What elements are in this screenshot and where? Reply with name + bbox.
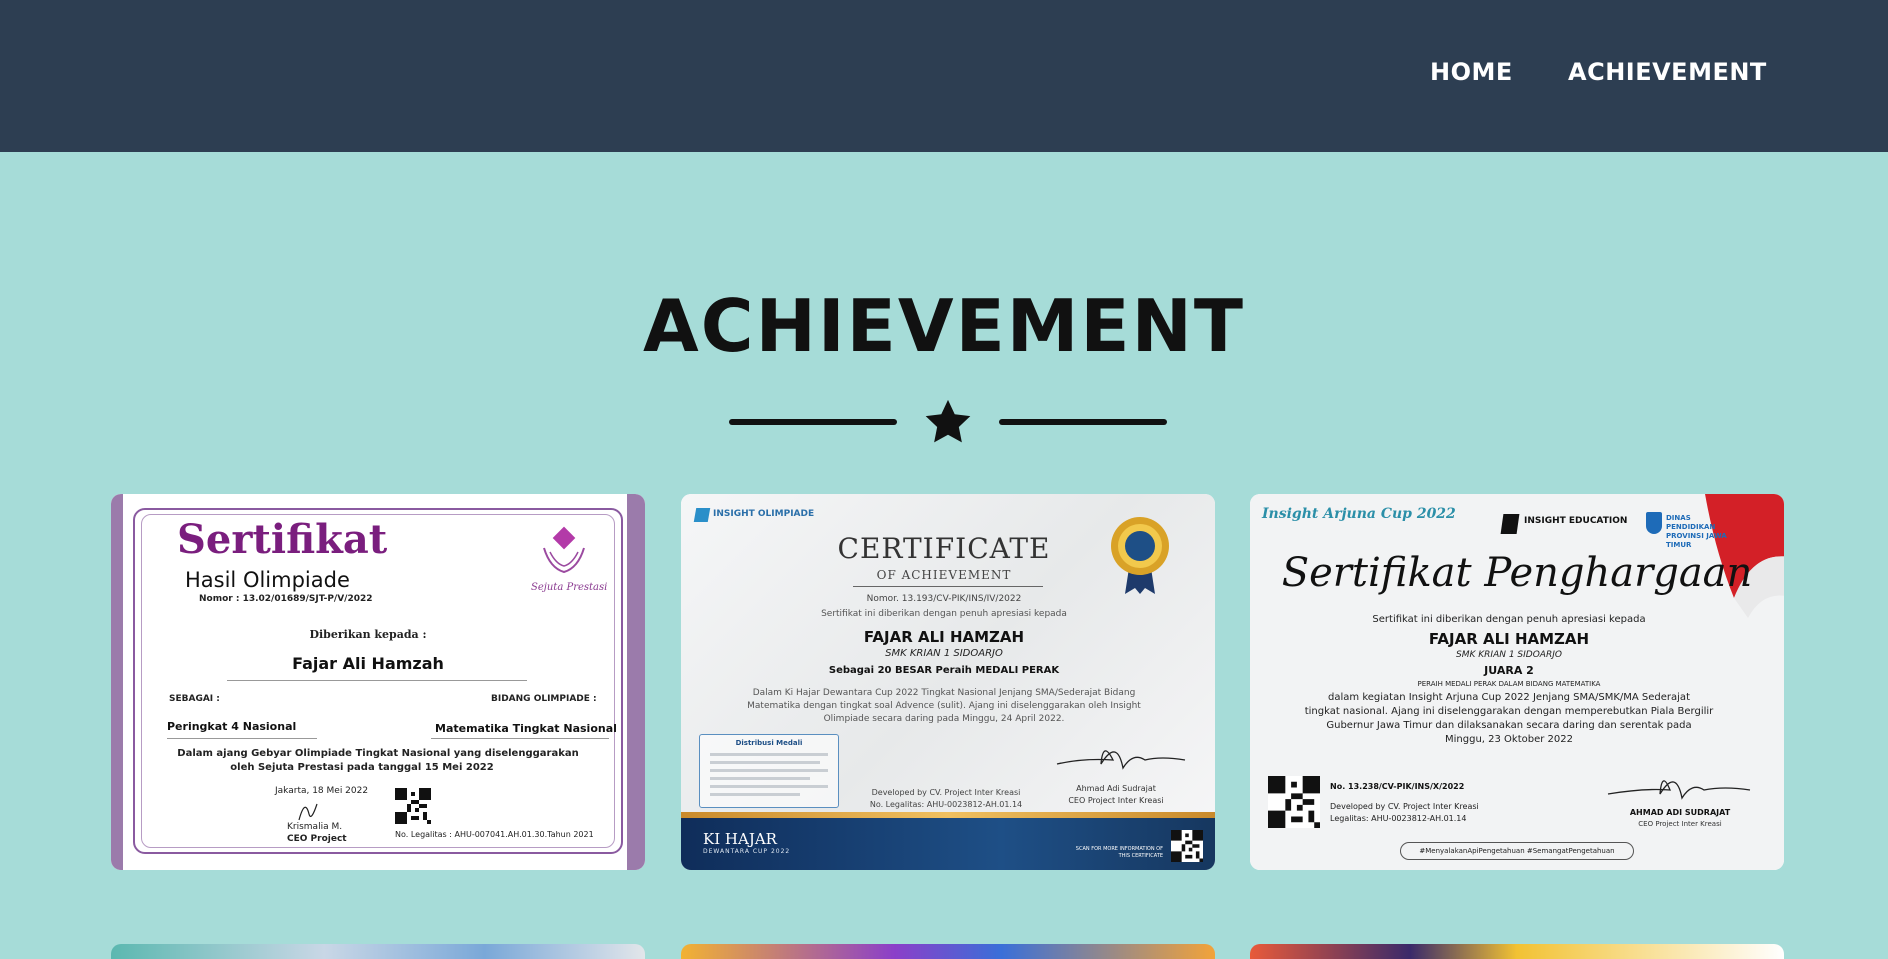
signer-name: AHMAD ADI SUDRAJAT (1629, 808, 1731, 817)
divider-line-right (999, 419, 1167, 425)
description-line-4: Minggu, 23 Oktober 2022 (1445, 734, 1573, 745)
signature-icon (1607, 780, 1751, 800)
certificate-card-olimpiade[interactable]: Sertifikat Hasil Olimpiade Nomor : 13.02… (111, 494, 645, 870)
recipient-name: FAJAR ALI HAMZAH (1428, 630, 1590, 648)
certificate-number: No. 13.238/CV-PIK/INS/X/2022 (1330, 782, 1465, 791)
legal-number: Legalitas: AHU-0023812-AH.01.14 (1330, 814, 1467, 823)
certificate-card-peek[interactable] (111, 944, 645, 959)
as-label: SEBAGAI : (169, 694, 220, 704)
rank-value: Sebagai 20 BESAR Peraih MEDALI PERAK (828, 665, 1060, 676)
developer-text: Developed by CV. Project Inter Kreasi (871, 788, 1021, 797)
org-name: INSIGHT EDUCATION (1524, 516, 1628, 526)
rank-value: Peringkat 4 Nasional (167, 720, 297, 733)
footer-brand: KI HAJAR (703, 830, 777, 848)
qr-code-icon (1171, 830, 1203, 862)
description-line-1: Dalam Ki Hajar Dewantara Cup 2022 Tingka… (752, 688, 1136, 698)
top-navbar: HOME ACHIEVEMENT (0, 0, 1888, 152)
insight-logo-icon (693, 508, 711, 522)
certificate-card-peek[interactable] (681, 944, 1215, 959)
certificate-subheading: Hasil Olimpiade (185, 568, 350, 592)
footer-scan-text: SCAN FOR MORE INFORMATION OF THIS CERTIF… (1075, 846, 1163, 859)
medal-icon (1111, 517, 1169, 594)
description-line-2: oleh Sejuta Prestasi pada tanggal 15 Mei… (230, 762, 494, 773)
sejuta-prestasi-logo-icon (543, 526, 585, 574)
nav-link-achievement[interactable]: ACHIEVEMENT (1568, 58, 1767, 86)
certificate-heading: Sertifikat (177, 516, 388, 563)
certificate-image: INSIGHT OLIMPIADE CERTIFICATE OF ACHIEVE… (681, 494, 1215, 870)
signature-icon (298, 803, 318, 821)
signer-name: Ahmad Adi Sudrajat (1076, 784, 1156, 793)
certificate-card-peek[interactable] (1250, 944, 1784, 959)
signer-role: CEO Project Inter Kreasi (1068, 796, 1164, 805)
certificate-intro: Sertifikat ini diberikan dengan penuh ap… (821, 609, 1067, 619)
signer-role: CEO Project (287, 834, 347, 844)
logo-text: Sejuta Prestasi (531, 582, 608, 593)
medal-distribution-box: Distribusi Medali (699, 734, 839, 808)
certificate-footer-band: KI HAJAR DEWANTARA CUP 2022 SCAN FOR MOR… (681, 818, 1215, 870)
rank-value: JUARA 2 (1484, 664, 1534, 677)
recipient-name: Fajar Ali Hamzah (292, 654, 444, 673)
certificate-image: Sertifikat Hasil Olimpiade Nomor : 13.02… (111, 494, 645, 870)
certificate-number: Nomor : 13.02/01689/SJT-P/V/2022 (199, 594, 373, 604)
field-value: Matematika Tingkat Nasional (435, 722, 617, 735)
field-label: BIDANG OLIMPIADE : (491, 694, 597, 704)
hashtag-pill: #MenyalakanApiPengetahuan #SemangatPenge… (1400, 842, 1634, 860)
certificate-heading: Sertifikat Penghargaan (1281, 550, 1753, 596)
legal-number: No. Legalitas: AHU-0023812-AH.01.14 (869, 800, 1023, 809)
certificate-card-arjuna-cup[interactable]: Insight Arjuna Cup 2022 INSIGHT EDUCATIO… (1250, 494, 1784, 870)
recipient-name: FAJAR ALI HAMZAH (863, 628, 1025, 646)
description-line-1: dalam kegiatan Insight Arjuna Cup 2022 J… (1328, 692, 1690, 703)
insight-education-logo-icon (1500, 514, 1520, 534)
legal-number: No. Legalitas : AHU-007041.AH.01.30.Tahu… (395, 830, 594, 839)
description-line-3: Olimpiade secara daring pada Minggu, 24 … (823, 714, 1065, 724)
qr-code-icon (395, 788, 431, 824)
certificate-number: Nomor. 13.193/CV-PIK/INS/IV/2022 (866, 594, 1022, 604)
footer-sub: DEWANTARA CUP 2022 (703, 848, 791, 855)
org-name: INSIGHT OLIMPIADE (713, 509, 815, 519)
certificate-intro: Sertifikat ini diberikan dengan penuh ap… (1372, 614, 1646, 625)
signer-role: CEO Project Inter Kreasi (1638, 820, 1722, 828)
description-line-1: Dalam ajang Gebyar Olimpiade Tingkat Nas… (177, 748, 579, 759)
description-line-2: Matematika dengan tingkat soal Advence (… (747, 701, 1141, 711)
recipient-school: SMK KRIAN 1 SIDOARJO (1456, 650, 1562, 660)
description-line-3: Gubernur Jawa Timur dan dilaksanakan sec… (1326, 720, 1692, 731)
arjuna-cup-logo: Insight Arjuna Cup 2022 (1262, 506, 1456, 522)
star-icon (925, 399, 971, 443)
given-to-label: Diberikan kepada : (309, 628, 427, 641)
recipient-school: SMK KRIAN 1 SIDOARJO (885, 648, 1003, 659)
org-name-2: DINAS PENDIDIKAN PROVINSI JAWA TIMUR (1666, 514, 1727, 549)
qr-code-icon (1268, 776, 1320, 828)
developer-text: Developed by CV. Project Inter Kreasi (1330, 802, 1479, 811)
divider-line-left (729, 419, 897, 425)
signer-name: Krismalia M. (287, 822, 343, 832)
dinas-logo-icon (1646, 512, 1662, 534)
section-title: ACHIEVEMENT (643, 284, 1245, 368)
signature-icon (1056, 750, 1186, 770)
certificate-card-ki-hajar[interactable]: INSIGHT OLIMPIADE CERTIFICATE OF ACHIEVE… (681, 494, 1215, 870)
medal-text: PERAIH MEDALI PERAK DALAM BIDANG MATEMAT… (1417, 680, 1601, 688)
box-title: Distribusi Medali (735, 739, 803, 747)
nav-link-home[interactable]: HOME (1430, 58, 1513, 86)
description-line-2: tingkat nasional. Ajang ini diselenggara… (1304, 706, 1714, 717)
certificate-image: Insight Arjuna Cup 2022 INSIGHT EDUCATIO… (1250, 494, 1784, 870)
